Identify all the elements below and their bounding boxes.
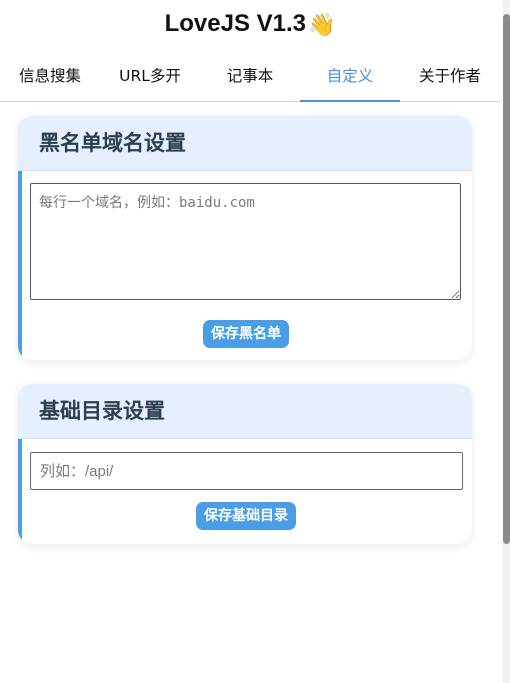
blacklist-card-title: 黑名单域名设置	[18, 116, 472, 171]
tab-custom[interactable]: 自定义	[300, 52, 400, 102]
base-dir-input[interactable]	[30, 452, 463, 490]
tab-notepad[interactable]: 记事本	[200, 52, 300, 101]
tab-url-multi-open[interactable]: URL多开	[100, 52, 200, 101]
tab-bar: 信息搜集 URL多开 记事本 自定义 关于作者	[0, 52, 500, 102]
app-title-text: LoveJS V1.3	[164, 10, 306, 37]
scrollbar-thumb[interactable]	[503, 14, 510, 544]
blacklist-button-row: 保存黑名单	[30, 320, 462, 348]
waving-hand-icon: 👋	[308, 12, 336, 37]
tab-info-gathering[interactable]: 信息搜集	[0, 52, 100, 101]
save-base-dir-button[interactable]: 保存基础目录	[196, 502, 296, 530]
base-dir-card-title: 基础目录设置	[18, 384, 472, 439]
blacklist-card: 黑名单域名设置 保存黑名单	[18, 116, 472, 360]
base-dir-button-row: 保存基础目录	[30, 502, 462, 530]
page: LoveJS V1.3👋 信息搜集 URL多开 记事本 自定义 关于作者 黑名单…	[0, 0, 510, 683]
base-dir-card: 基础目录设置 保存基础目录	[18, 384, 472, 544]
tab-about-author[interactable]: 关于作者	[400, 52, 500, 101]
save-blacklist-button[interactable]: 保存黑名单	[203, 320, 289, 348]
base-dir-card-body: 保存基础目录	[18, 439, 472, 544]
app-title: LoveJS V1.3👋	[0, 8, 500, 41]
scrollbar-track[interactable]	[503, 0, 510, 683]
blacklist-card-body: 保存黑名单	[18, 171, 472, 360]
blacklist-domains-textarea[interactable]	[30, 183, 461, 300]
